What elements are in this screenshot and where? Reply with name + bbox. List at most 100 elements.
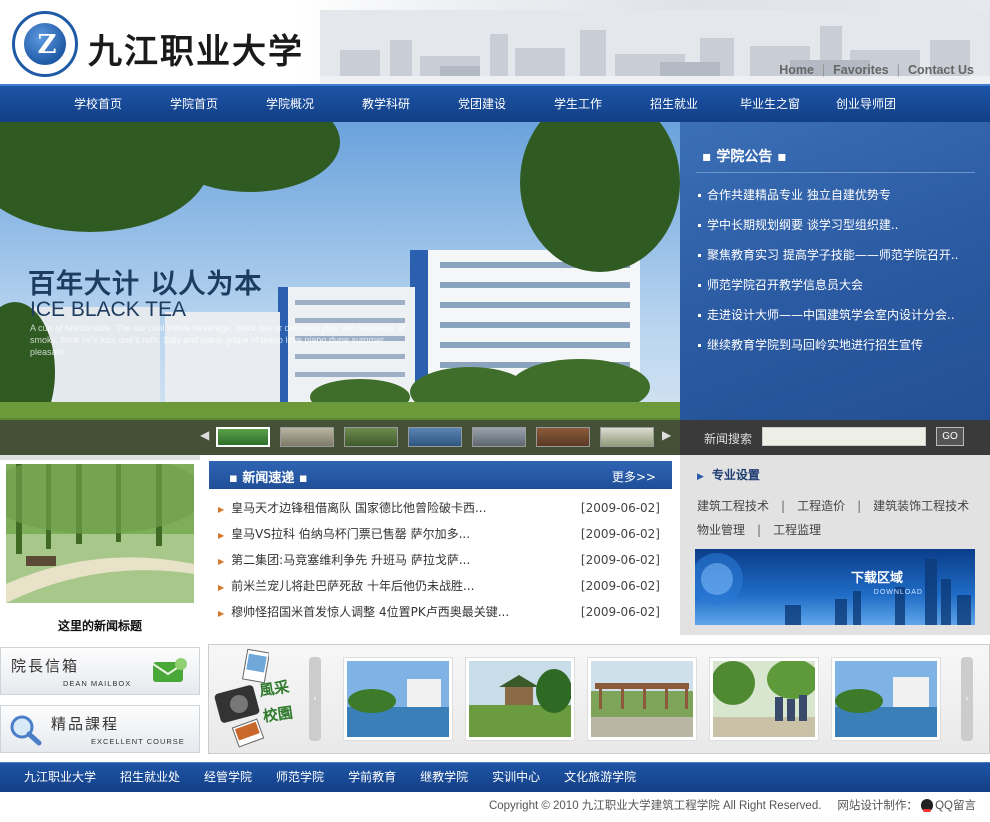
gallery-next-button[interactable]: › <box>961 657 973 741</box>
school-emblem-icon[interactable]: Z <box>12 11 78 77</box>
featured-news-caption[interactable]: 这里的新闻标题 <box>0 617 200 634</box>
arrow-bullet-icon: ▶ <box>218 531 225 540</box>
bullet-icon <box>698 254 701 257</box>
majors-heading: ▶ 专业设置 <box>697 468 760 482</box>
footer-link[interactable]: 师范学院 <box>276 763 324 792</box>
news-header-bar: ▪ 新闻速递 ▪ 更多>> <box>209 461 672 489</box>
gallery-prev-button[interactable]: ‹ <box>309 657 321 741</box>
footer-link[interactable]: 九江职业大学 <box>24 763 96 792</box>
bullet-icon <box>698 344 701 347</box>
hero-banner[interactable]: 百年大计 以人为本 ICE BLACK TEA A cup of fashion… <box>0 122 680 455</box>
site-header: Z 九江职业大学 Home | Favorites | Contact Us <box>0 0 990 84</box>
footer-link[interactable]: 继教学院 <box>420 763 468 792</box>
footer-link[interactable]: 文化旅游学院 <box>564 763 636 792</box>
download-title: 下载区域 <box>850 571 903 586</box>
major-link[interactable]: 建筑装饰工程技术 <box>873 499 969 513</box>
gallery-photo[interactable] <box>343 657 453 741</box>
news-search-bar: 新闻搜索 GO <box>680 420 990 455</box>
news-date: [2009-06-02] <box>580 553 660 567</box>
qq-message-link[interactable]: QQ留言 <box>935 800 976 812</box>
nav-item-graduates[interactable]: 毕业生之窗 <box>722 86 818 122</box>
gallery-photo[interactable] <box>831 657 941 741</box>
major-link[interactable]: 工程监理 <box>773 523 821 537</box>
banner-title: 百年大计 以人为本 <box>28 269 263 300</box>
park-photo <box>6 464 194 603</box>
contact-us-link[interactable]: Contact Us <box>908 63 974 77</box>
news-item[interactable]: ▶ 皇马天才边锋租借离队 国家德比他曾险破卡西... [2009-06-02] <box>218 499 660 525</box>
footer-link[interactable]: 经管学院 <box>204 763 252 792</box>
nav-item-party[interactable]: 党团建设 <box>434 86 530 122</box>
download-area-banner[interactable]: 下载区域 DOWNLOAD <box>695 549 975 625</box>
banner-thumb[interactable] <box>472 427 526 447</box>
gallery-photo[interactable] <box>465 657 575 741</box>
nav-item-college-home[interactable]: 学院首页 <box>146 86 242 122</box>
design-label: 网站设计制作： <box>837 800 918 812</box>
prev-arrow-icon[interactable]: ◀ <box>200 428 209 442</box>
nav-item-school-home[interactable]: 学校首页 <box>50 86 146 122</box>
featured-news-photo[interactable]: 这里的新闻标题 <box>0 460 200 635</box>
footer-link[interactable]: 学前教育 <box>348 763 396 792</box>
news-item[interactable]: ▶ 穆帅怪招国米首发惊人调整 4位置PK卢西奥最关键... [2009-06-02] <box>218 603 660 629</box>
news-date: [2009-06-02] <box>580 605 660 619</box>
search-go-button[interactable]: GO <box>936 427 964 446</box>
nav-item-teaching[interactable]: 教学科研 <box>338 86 434 122</box>
main-nav: 学校首页 学院首页 学院概况 教学科研 党团建设 学生工作 招生就业 毕业生之窗… <box>0 84 990 122</box>
banner-description: A cup of fashionable. The ice cool votiv… <box>30 323 406 357</box>
footer-link[interactable]: 实训中心 <box>492 763 540 792</box>
footer-link[interactable]: 招生就业处 <box>120 763 180 792</box>
notice-item[interactable]: 合作共建精品专业 独立自建优势专 <box>698 186 958 216</box>
notice-item[interactable]: 师范学院召开教学信息员大会 <box>698 276 958 306</box>
qq-penguin-icon[interactable] <box>921 799 934 812</box>
news-more-link[interactable]: 更多>> <box>612 468 656 485</box>
news-panel: ▪ 新闻速递 ▪ 更多>> ▶ 皇马天才边锋租借离队 国家德比他曾险破卡西...[… <box>200 455 680 635</box>
banner-thumb[interactable] <box>344 427 398 447</box>
notice-divider <box>696 172 975 173</box>
majors-links: 建筑工程技术 | 工程造价 | 建筑装饰工程技术 物业管理 | 工程监理 <box>697 499 970 537</box>
notice-item[interactable]: 学中长期规划纲要 谈学习型组织建.. <box>698 216 958 246</box>
news-item[interactable]: ▶ 前米兰宠儿将赴巴萨死敌 十年后他仍未战胜... [2009-06-02] <box>218 577 660 603</box>
excellent-course-button[interactable]: 精品課程 EXCELLENT COURSE <box>0 705 200 753</box>
arrow-bullet-icon: ▶ <box>218 505 225 514</box>
favorites-link[interactable]: Favorites <box>833 63 889 77</box>
banner-thumb[interactable] <box>280 427 334 447</box>
nav-item-student-work[interactable]: 学生工作 <box>530 86 626 122</box>
search-input[interactable] <box>762 427 926 446</box>
home-link[interactable]: Home <box>779 63 814 77</box>
bullet-icon <box>698 284 701 287</box>
next-arrow-icon[interactable]: ▶ <box>662 428 671 442</box>
banner-thumb[interactable] <box>600 427 654 447</box>
arrow-bullet-icon: ▶ <box>218 609 225 618</box>
campus-lake-photo-2 <box>835 661 937 737</box>
notice-item[interactable]: 继续教育学院到马回岭实地进行招生宣传 <box>698 336 958 366</box>
nav-item-admissions[interactable]: 招生就业 <box>626 86 722 122</box>
mail-envelope-icon <box>152 658 187 682</box>
campus-style-logo[interactable]: 風采校園 <box>209 645 309 753</box>
school-logo-text[interactable]: 九江职业大学 <box>88 24 304 73</box>
bullet-icon <box>698 224 701 227</box>
major-link[interactable]: 工程造价 <box>797 499 845 513</box>
dean-mailbox-button[interactable]: 院長信箱 DEAN MAILBOX <box>0 647 200 695</box>
corridor-photo <box>591 661 693 737</box>
banner-thumb[interactable] <box>216 427 270 447</box>
news-date: [2009-06-02] <box>580 501 660 515</box>
notice-heading: ▪ 学院公告 ▪ <box>702 149 787 165</box>
copyright-text: Copyright © 2010 九江职业大学建筑工程学院 All Right … <box>488 800 822 812</box>
news-item[interactable]: ▶ 第二集团:马竞塞维利争先 升班马 萨拉戈萨... [2009-06-02] <box>218 551 660 577</box>
arrow-bullet-icon: ▶ <box>218 583 225 592</box>
bottom-strip: 院長信箱 DEAN MAILBOX 精品課程 EXCELLENT COURSE … <box>0 635 990 762</box>
gallery-photo[interactable] <box>709 657 819 741</box>
students-photo <box>711 659 819 737</box>
banner-subtitle: ICE BLACK TEA <box>30 298 187 321</box>
banner-thumb[interactable] <box>408 427 462 447</box>
notice-item[interactable]: 聚焦教育实习 提高学子技能——师范学院召开.. <box>698 246 958 276</box>
copyright-bar: Copyright © 2010 九江职业大学建筑工程学院 All Right … <box>0 796 990 818</box>
notice-item[interactable]: 走进设计大师——中国建筑学会室内设计分会.. <box>698 306 958 336</box>
arrow-icon: ▶ <box>697 472 704 482</box>
nav-item-mentors[interactable]: 创业导师团 <box>818 86 914 122</box>
gallery-photo[interactable] <box>587 657 697 741</box>
news-item[interactable]: ▶ 皇马VS拉科 伯纳乌杯门票已售罄 萨尔加多... [2009-06-02] <box>218 525 660 551</box>
major-link[interactable]: 建筑工程技术 <box>697 499 769 513</box>
major-link[interactable]: 物业管理 <box>697 523 745 537</box>
nav-item-overview[interactable]: 学院概况 <box>242 86 338 122</box>
banner-thumb[interactable] <box>536 427 590 447</box>
